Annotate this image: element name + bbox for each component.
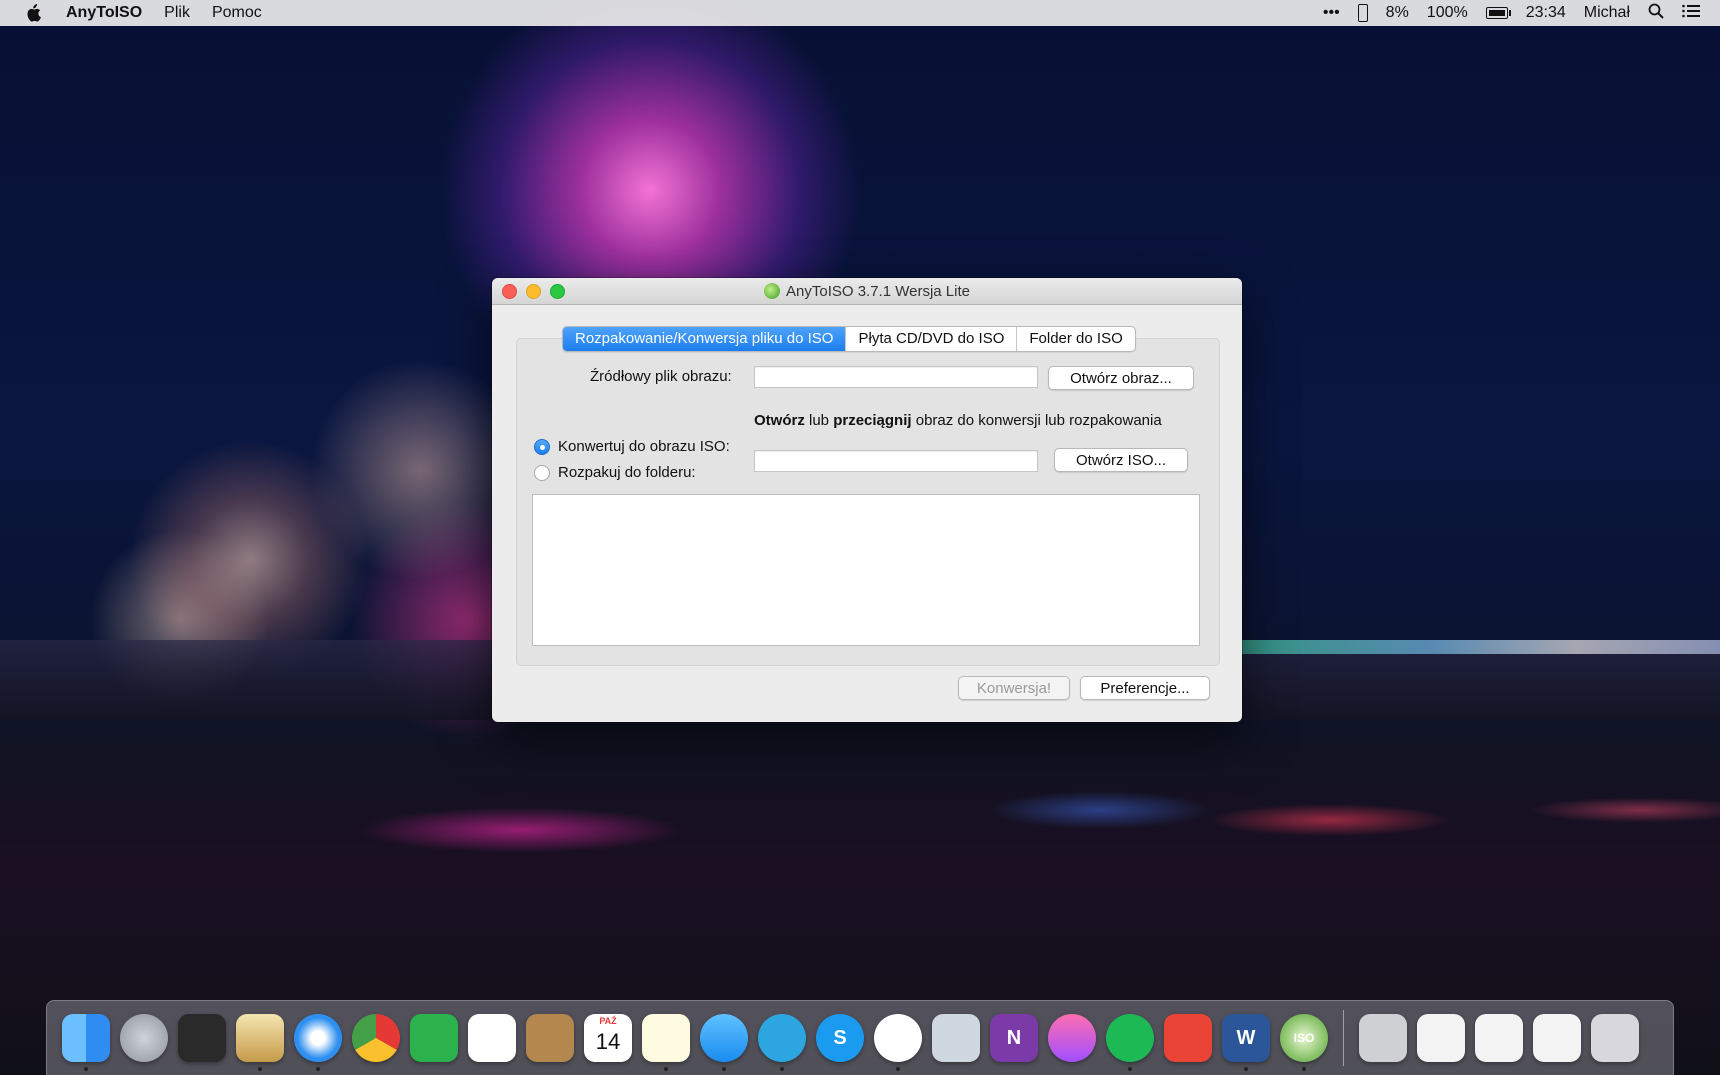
pocket-icon[interactable] [468,1014,516,1062]
menu-plik[interactable]: Plik [164,4,190,22]
finder-icon[interactable] [62,1014,110,1071]
word-letter: W [1236,1026,1256,1049]
clock[interactable]: 23:34 [1526,4,1566,22]
skype-icon[interactable]: S [816,1014,864,1062]
folder-stack-icon[interactable] [1359,1014,1407,1062]
close-button[interactable] [502,284,517,299]
tab-cd-dvd-to-iso[interactable]: Płyta CD/DVD do ISO [846,327,1018,351]
menu-status-area: ••• 8% 100% 23:34 Michał [1323,3,1700,24]
zoom-button[interactable] [550,284,565,299]
hint-open: Otwórz [754,412,805,429]
window-titlebar[interactable]: AnyToISO 3.7.1 Wersja Lite [492,278,1242,305]
trash-icon[interactable] [1591,1014,1639,1062]
preferences-button[interactable]: Preferencje... [1080,676,1210,700]
window-title-text: AnyToISO 3.7.1 Wersja Lite [786,282,970,300]
dock-separator [1343,1010,1344,1066]
hint-or: lub [804,412,834,429]
onenote-letter: N [1006,1026,1022,1049]
contacts-icon[interactable] [526,1014,574,1062]
safari-icon[interactable] [294,1014,342,1071]
launchpad-icon[interactable] [120,1014,168,1062]
document-stack-icon[interactable] [1417,1014,1465,1062]
battery-icon[interactable] [1485,7,1511,19]
feedly-icon[interactable] [410,1014,458,1062]
convert-button[interactable]: Konwersja! [958,676,1070,700]
hint-drag: przeciągnij [833,412,912,429]
open-iso-button[interactable]: Otwórz ISO... [1054,448,1188,472]
skype-letter: S [833,1026,847,1049]
user-name[interactable]: Michał [1584,4,1630,22]
more-icon[interactable]: ••• [1323,4,1340,22]
notification-center-icon[interactable] [1682,4,1700,23]
search-icon[interactable] [1648,3,1664,24]
tab-bar: Rozpakowanie/Konwersja pliku do ISO Płyt… [562,326,1136,352]
tab-folder-to-iso[interactable]: Folder do ISO [1017,327,1134,351]
wallpaper-water [0,720,1720,1000]
transmit-icon[interactable] [1164,1014,1212,1062]
word-icon[interactable]: W [1222,1014,1270,1071]
calendar-month: PAŹ [599,1016,617,1026]
anytoiso-window: AnyToISO 3.7.1 Wersja Lite Rozpakowanie/… [492,278,1242,722]
source-file-label: Źródłowy plik obrazu: [590,368,732,385]
messenger-icon[interactable] [874,1014,922,1071]
minimized-window-icon[interactable] [1475,1014,1523,1062]
radio-extract-folder[interactable] [534,465,550,481]
source-file-input[interactable] [754,366,1038,388]
phone-icon[interactable] [1357,4,1368,22]
iso-label: ISO [1293,1031,1315,1045]
minimize-button[interactable] [526,284,541,299]
messages-icon[interactable] [700,1014,748,1071]
notes-icon[interactable] [642,1014,690,1071]
radio-convert-iso-label[interactable]: Konwertuj do obrazu ISO: [558,438,730,455]
dock: PAŹ 14 S N W ISO [46,1000,1674,1075]
mission-control-icon[interactable] [178,1014,226,1062]
spotify-icon[interactable] [1106,1014,1154,1071]
window-controls [502,284,565,299]
menu-app-name[interactable]: AnyToISO [66,4,142,22]
app-icon [764,283,780,299]
telegram-icon[interactable] [758,1014,806,1071]
preview-icon[interactable] [932,1014,980,1062]
itunes-icon[interactable] [1048,1014,1096,1062]
anytoiso-dock-icon[interactable]: ISO [1280,1014,1328,1071]
menu-pomoc[interactable]: Pomoc [212,4,262,22]
minimized-document-icon[interactable] [1533,1014,1581,1062]
mail-icon[interactable] [236,1014,284,1071]
apple-icon[interactable] [22,2,44,24]
radio-extract-folder-label[interactable]: Rozpakuj do folderu: [558,464,696,481]
log-area[interactable] [532,494,1200,646]
calendar-icon[interactable]: PAŹ 14 [584,1014,632,1062]
drag-hint: Otwórz lub przeciągnij obraz do konwersj… [754,412,1162,429]
calendar-day: 14 [595,1029,621,1054]
hint-rest: obraz do konwersji lub rozpakowania [911,412,1162,429]
radio-convert-iso[interactable] [534,439,550,455]
menu-bar: AnyToISO Plik Pomoc ••• 8% 100% 23:34 Mi… [0,0,1720,26]
phone-battery-text: 8% [1385,4,1409,21]
destination-input[interactable] [754,450,1038,472]
wallpaper-bridge [1240,640,1720,654]
window-title: AnyToISO 3.7.1 Wersja Lite [764,283,970,300]
tab-file-to-iso[interactable]: Rozpakowanie/Konwersja pliku do ISO [563,327,847,351]
open-image-button[interactable]: Otwórz obraz... [1048,366,1194,390]
chrome-icon[interactable] [352,1014,400,1062]
onenote-icon[interactable]: N [990,1014,1038,1062]
battery-text: 100% [1426,4,1468,21]
